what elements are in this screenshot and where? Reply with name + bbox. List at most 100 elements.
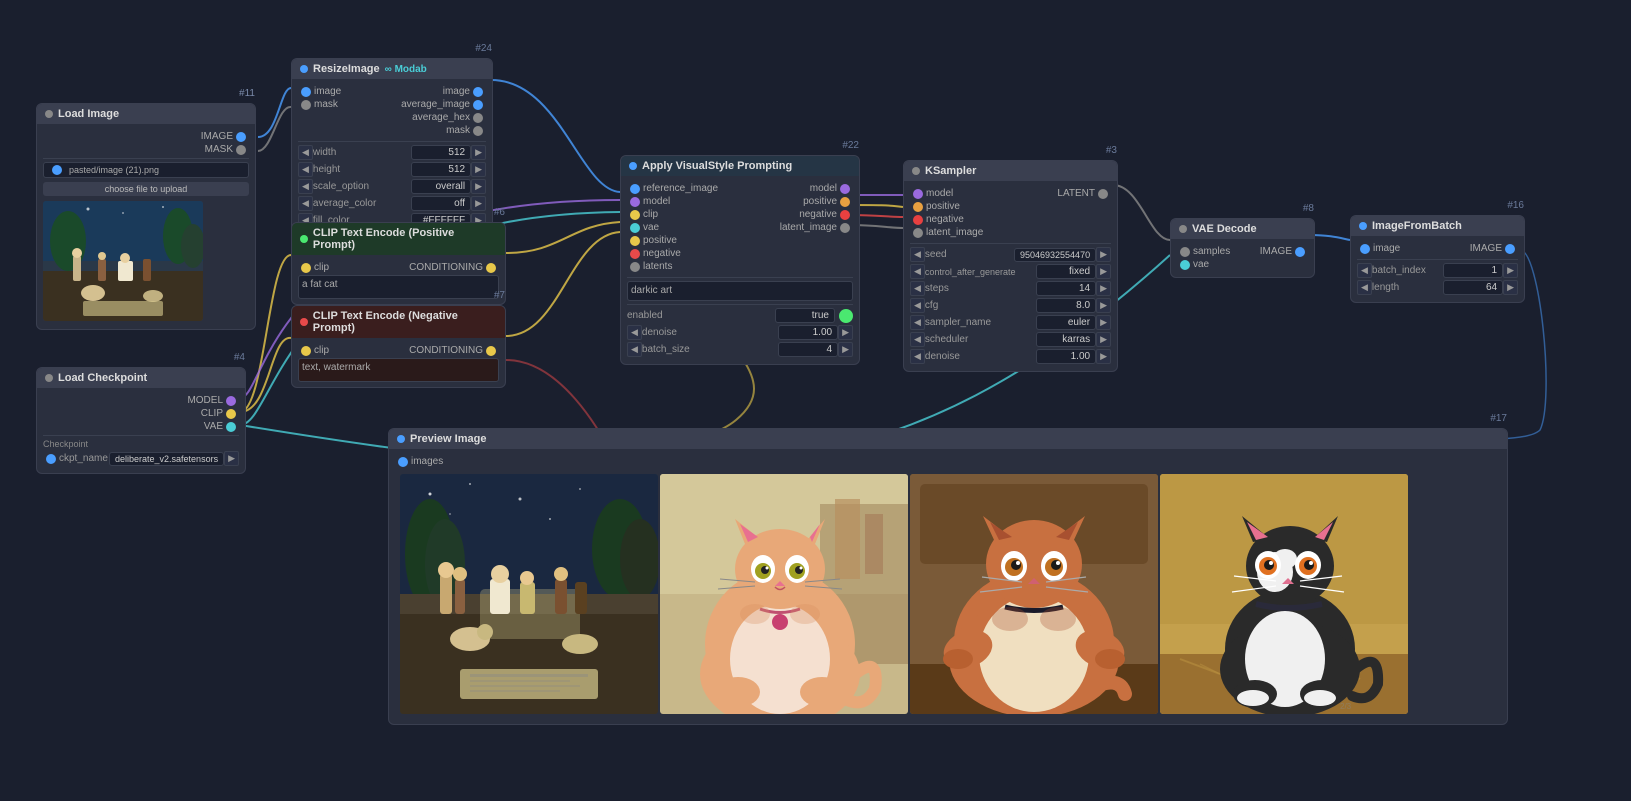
image-in-port[interactable] (52, 165, 62, 175)
latent-in-port[interactable] (913, 228, 923, 238)
node-id-16: #16 (1507, 200, 1524, 211)
scale-inc[interactable]: ▶ (471, 179, 486, 194)
node-dot (300, 235, 308, 243)
image-out-port[interactable] (1505, 244, 1515, 254)
latent-out-row: latent_image (780, 222, 853, 233)
ref-in-port[interactable] (630, 184, 640, 194)
avg-image-port[interactable] (473, 100, 483, 110)
length-inc[interactable]: ▶ (1503, 280, 1518, 295)
choose-file-button[interactable]: choose file to upload (43, 182, 249, 196)
cfg-inc[interactable]: ▶ (1096, 298, 1111, 313)
bindex-inc[interactable]: ▶ (1503, 263, 1518, 278)
bindex-dec[interactable]: ◀ (1357, 263, 1372, 278)
images-in-port[interactable] (398, 457, 408, 467)
vae-out-port[interactable] (226, 422, 236, 432)
mask-out-label: mask (446, 125, 470, 136)
vae-in-port[interactable] (1180, 260, 1190, 270)
avgcolor-inc[interactable]: ▶ (471, 196, 486, 211)
clip-out-port[interactable] (226, 409, 236, 419)
pos-in-row: positive (910, 201, 983, 212)
clip-in-port[interactable] (301, 263, 311, 273)
seed-row: ◀ seed 95046932554470 ▶ (910, 247, 1111, 262)
vae-in-port[interactable] (630, 223, 640, 233)
node-dot (1179, 225, 1187, 233)
scale-row: ◀ scale_option overall ▶ (298, 179, 486, 194)
clip-in-port[interactable] (630, 210, 640, 220)
model-in-port[interactable] (913, 189, 923, 199)
latent-out-port[interactable] (1098, 189, 1108, 199)
image-thumbnail (43, 201, 203, 321)
control-dec[interactable]: ◀ (910, 264, 925, 279)
scheduler-dec[interactable]: ◀ (910, 332, 925, 347)
height-inc[interactable]: ▶ (471, 162, 486, 177)
batch-row: ◀ batch_size 4 ▶ (627, 342, 853, 357)
avg-hex-port[interactable] (473, 113, 483, 123)
cond-out-port[interactable] (486, 263, 496, 273)
samples-in-port[interactable] (1180, 247, 1190, 257)
mask-out-port[interactable] (473, 126, 483, 136)
neg-prompt-text[interactable]: text, watermark (298, 358, 499, 382)
pos-in-port[interactable] (630, 236, 640, 246)
control-inc[interactable]: ▶ (1096, 264, 1111, 279)
image-in-port[interactable] (301, 87, 311, 97)
node-dot (300, 318, 308, 326)
neg-in-label: negative (926, 214, 964, 225)
neg-in-port[interactable] (630, 249, 640, 259)
neg-out-port[interactable] (840, 210, 850, 220)
pos-prompt-text[interactable]: a fat cat (298, 275, 499, 299)
avgcolor-dec[interactable]: ◀ (298, 196, 313, 211)
seed-label: seed (925, 249, 1014, 260)
batch-dec[interactable]: ◀ (627, 342, 642, 357)
cond-out-row: CONDITIONING (409, 262, 499, 273)
ckpt-name-btn[interactable]: ▶ (224, 451, 239, 466)
clip-in-port[interactable] (301, 346, 311, 356)
seed-inc[interactable]: ▶ (1096, 247, 1111, 262)
image-out-label: IMAGE (1260, 246, 1292, 257)
enabled-toggle[interactable] (839, 309, 853, 323)
model-in-label: model (643, 196, 670, 207)
batch-inc[interactable]: ▶ (838, 342, 853, 357)
model-out-port[interactable] (840, 184, 850, 194)
kdenoise-dec[interactable]: ◀ (910, 349, 925, 364)
style-text[interactable]: darkic art (627, 281, 853, 301)
height-value: 512 (411, 162, 471, 177)
steps-inc[interactable]: ▶ (1096, 281, 1111, 296)
mask-in-port[interactable] (301, 100, 311, 110)
denoise-inc[interactable]: ▶ (838, 325, 853, 340)
node-dot (45, 374, 53, 382)
pos-in-port[interactable] (913, 202, 923, 212)
scheduler-inc[interactable]: ▶ (1096, 332, 1111, 347)
neg-in-port[interactable] (913, 215, 923, 225)
sampler-dec[interactable]: ◀ (910, 315, 925, 330)
image-in-row: image (298, 86, 341, 97)
latent-out-label: latent_image (780, 222, 837, 233)
mask-out-port[interactable] (236, 145, 246, 155)
denoise-dec[interactable]: ◀ (627, 325, 642, 340)
file-chooser[interactable]: pasted/image (21).png (43, 162, 249, 178)
width-dec[interactable]: ◀ (298, 145, 313, 160)
latents-in-port[interactable] (630, 262, 640, 272)
steps-dec[interactable]: ◀ (910, 281, 925, 296)
model-out-label: MODEL (187, 395, 223, 406)
cond-out-port[interactable] (486, 346, 496, 356)
image-out-port[interactable] (473, 87, 483, 97)
sampler-inc[interactable]: ▶ (1096, 315, 1111, 330)
image-out-port[interactable] (1295, 247, 1305, 257)
ckpt-in-port[interactable] (46, 454, 56, 464)
image-out-port[interactable] (236, 132, 246, 142)
model-in-port[interactable] (630, 197, 640, 207)
height-dec[interactable]: ◀ (298, 162, 313, 177)
denoise-row: ◀ denoise 1.00 ▶ (627, 325, 853, 340)
enabled-row: enabled true (627, 308, 853, 323)
pos-out-label: positive (803, 196, 837, 207)
model-out-port[interactable] (226, 396, 236, 406)
image-in-port[interactable] (1360, 244, 1370, 254)
pos-out-port[interactable] (840, 197, 850, 207)
scale-dec[interactable]: ◀ (298, 179, 313, 194)
kdenoise-inc[interactable]: ▶ (1096, 349, 1111, 364)
seed-dec[interactable]: ◀ (910, 247, 925, 262)
latent-out-port[interactable] (840, 223, 850, 233)
width-inc[interactable]: ▶ (471, 145, 486, 160)
length-dec[interactable]: ◀ (1357, 280, 1372, 295)
cfg-dec[interactable]: ◀ (910, 298, 925, 313)
